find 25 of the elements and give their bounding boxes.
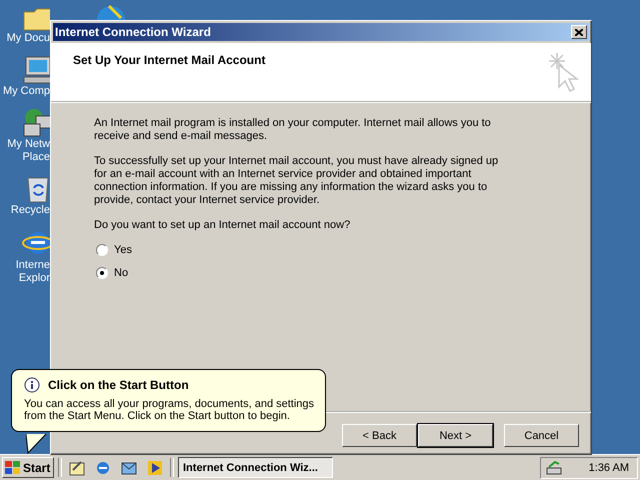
desktop-icon-label[interactable]: My Netw Place xyxy=(0,138,50,164)
desktop-icon-label[interactable]: My Docu xyxy=(0,32,50,45)
desktop-icon-label[interactable]: Recycle xyxy=(0,204,50,217)
taskbar-button[interactable]: Internet Connection Wiz... xyxy=(178,457,333,478)
question-text: Do you want to set up an Internet mail account now? xyxy=(94,219,352,232)
paragraph: An Internet mail program is installed on your computer. Internet mail allows you to receive and send e-mail messages. xyxy=(94,117,492,143)
network-icon[interactable] xyxy=(545,460,563,476)
desktop-icon-label[interactable]: My Comp xyxy=(0,85,50,98)
start-button[interactable]: Start xyxy=(2,457,54,478)
radio-option[interactable]: Yes xyxy=(96,244,132,256)
info-icon xyxy=(24,377,40,393)
radio-option[interactable]: No xyxy=(96,267,128,279)
clock: 1:36 AM xyxy=(588,462,629,474)
wizard-button[interactable]: < Back xyxy=(342,424,417,447)
windows-flag-icon xyxy=(5,460,21,474)
paragraph: To successfully set up your Internet mail account, you must have already signed up for an e-mail account with an Internet service provider and obtained important connection information. If you are missing any information the wizard asks you to provide, contact your Internet service provider. xyxy=(94,155,500,207)
header-title: Set Up Your Internet Mail Account xyxy=(73,53,266,69)
close-button[interactable] xyxy=(571,25,587,39)
wizard-button[interactable]: Next > xyxy=(418,424,493,447)
window-title: Internet Connection Wizard xyxy=(55,25,211,39)
wizard-button[interactable]: Cancel xyxy=(504,424,579,447)
close-icon xyxy=(575,28,583,36)
desktop-icon-label[interactable]: Interne Explor xyxy=(0,259,50,285)
balloon-title: Click on the Start Button xyxy=(48,378,189,392)
balloon-text: You can access all your programs, documents, and settings from the Start Menu. Click on the Start button to begin. xyxy=(24,398,316,422)
